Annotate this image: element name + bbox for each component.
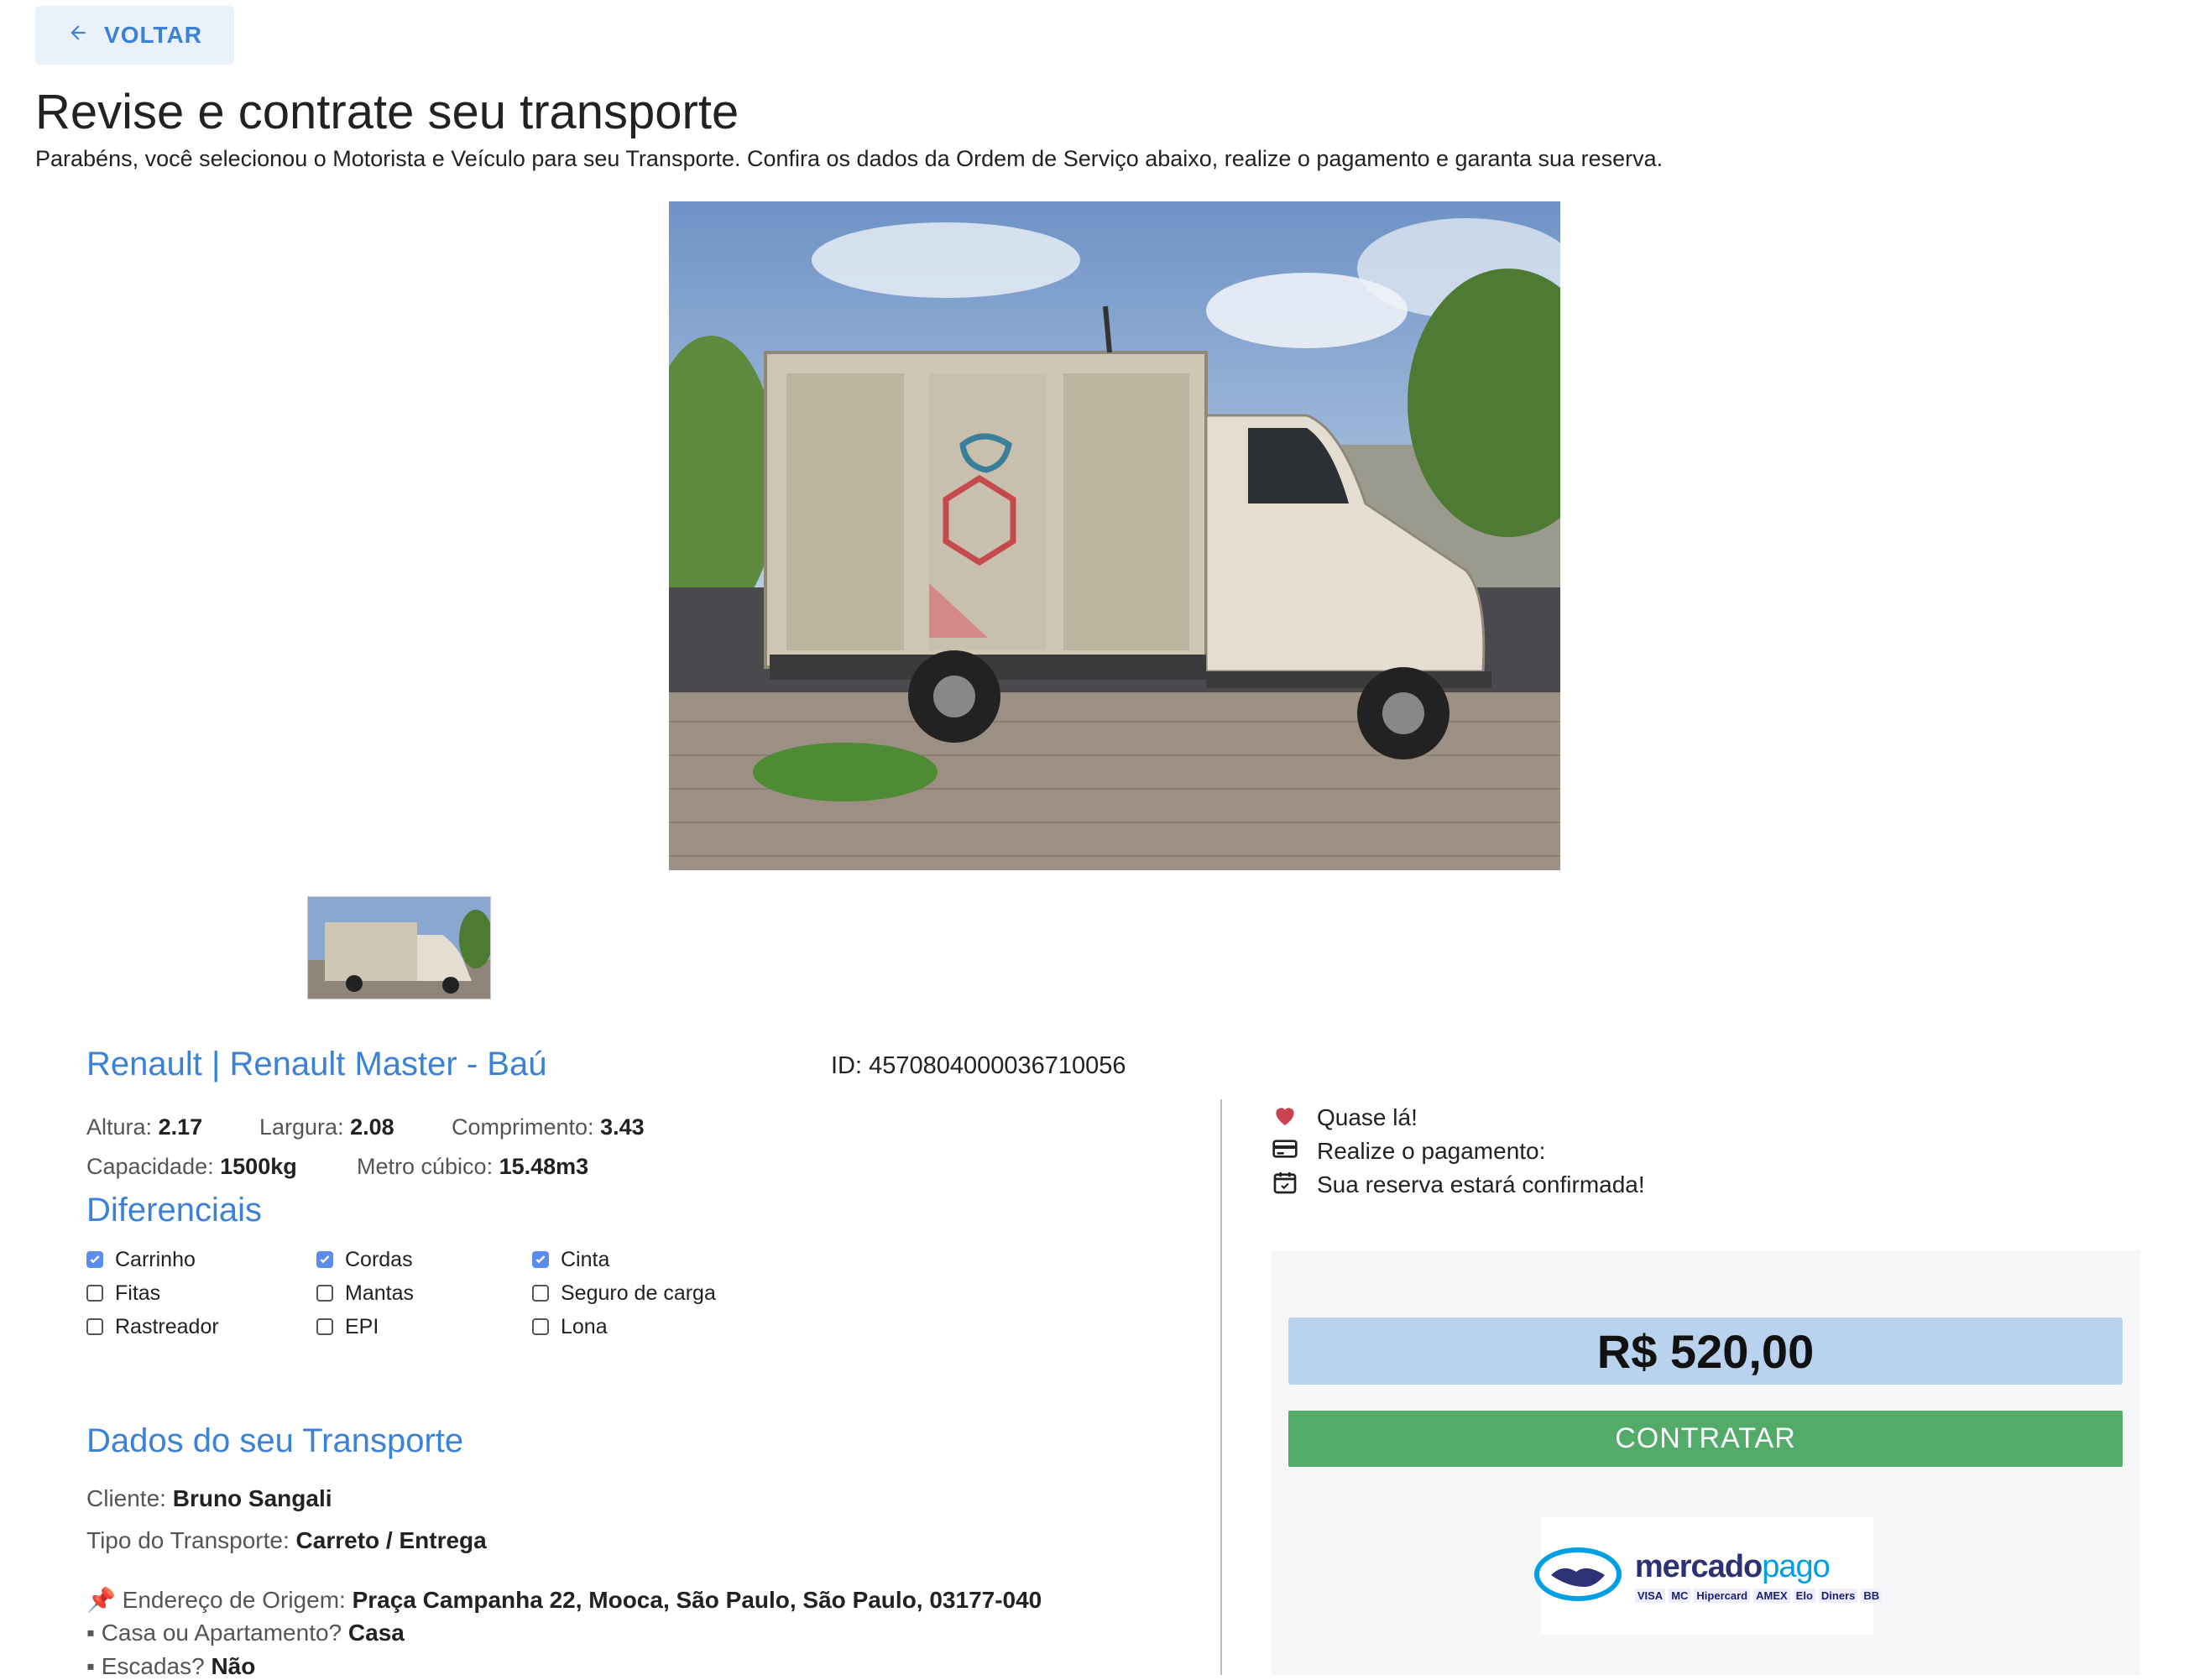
checkbox-checked-icon[interactable]	[532, 1251, 549, 1268]
heart-icon	[1272, 1102, 1298, 1135]
card-brand-badge: BB	[1861, 1589, 1883, 1603]
card-brand-badge: Elo	[1793, 1589, 1815, 1603]
back-label: VOLTAR	[104, 22, 202, 48]
credit-card-icon	[1272, 1135, 1298, 1168]
diferencial-item[interactable]: Mantas	[316, 1281, 532, 1306]
diferencial-item[interactable]: EPI	[316, 1314, 532, 1339]
vehicle-photo	[669, 201, 1560, 870]
diferencial-item[interactable]: Fitas	[86, 1281, 316, 1306]
card-brand-badge: AMEX	[1753, 1589, 1790, 1603]
dados-title: Dados do seu Transporte	[86, 1422, 464, 1459]
checkbox-checked-icon[interactable]	[316, 1251, 333, 1268]
step-quase-la: Quase lá!	[1272, 1101, 1645, 1135]
diferencial-item[interactable]: Lona	[532, 1314, 784, 1339]
step-pagamento: Realize o pagamento:	[1272, 1135, 1645, 1168]
diferencial-item[interactable]: Cinta	[532, 1247, 784, 1272]
diferencial-item[interactable]: Rastreador	[86, 1314, 316, 1339]
page-title: Revise e contrate seu transporte	[35, 85, 739, 139]
spec-altura: Altura: 2.17	[86, 1114, 203, 1140]
vehicle-id: ID: 4570804000036710056	[831, 1052, 1126, 1079]
diferenciais-list: Carrinho Cordas Cinta Fitas Mantas Seguro de …	[86, 1247, 784, 1339]
checkbox-empty-icon[interactable]	[86, 1285, 103, 1302]
diferencial-label: Cordas	[345, 1247, 413, 1271]
mercado-pago-logo: mercadopago VISA MC Hipercard AMEX Elo Diners…	[1533, 1517, 1883, 1635]
casa-row: ▪ Casa ou Apartamento? Casa	[86, 1620, 405, 1646]
diferencial-item[interactable]: Seguro de carga	[532, 1281, 784, 1306]
checkbox-empty-icon[interactable]	[86, 1318, 103, 1335]
price-display: R$ 520,00	[1288, 1317, 2123, 1385]
diferencial-label: Cinta	[561, 1247, 610, 1271]
cliente-row: Cliente: Bruno Sangali	[86, 1485, 332, 1511]
mercado-pago-wordmark: mercadopago	[1634, 1549, 1831, 1584]
diferencial-label: Fitas	[115, 1281, 161, 1305]
escadas-row: ▪ Escadas? Não	[86, 1653, 256, 1679]
diferencial-label: Mantas	[345, 1281, 414, 1305]
spec-metro-cubico: Metro cúbico: 15.48m3	[357, 1154, 589, 1179]
vehicle-thumbnail[interactable]	[307, 896, 491, 999]
diferencial-label: Rastreador	[115, 1314, 219, 1338]
checkbox-empty-icon[interactable]	[316, 1285, 333, 1302]
tipo-row: Tipo do Transporte: Carreto / Entrega	[86, 1527, 487, 1553]
card-brand-badge: VISA	[1634, 1589, 1666, 1603]
pin-icon: 📌	[86, 1587, 116, 1613]
origem-row: 📌 Endereço de Origem: Praça Campanha 22,…	[86, 1587, 1042, 1613]
page-subtitle: Parabéns, você selecionou o Motorista e …	[35, 146, 1664, 171]
checkbox-checked-icon[interactable]	[86, 1251, 103, 1268]
diferencial-label: Seguro de carga	[561, 1281, 716, 1305]
checkbox-empty-icon[interactable]	[316, 1318, 333, 1335]
spec-capacidade: Capacidade: 1500kg	[86, 1154, 297, 1179]
handshake-icon	[1533, 1545, 1623, 1608]
card-brand-badge: Hipercard	[1694, 1589, 1751, 1603]
vehicle-specs: Altura: 2.17 Largura: 2.08 Comprimento: 3.…	[86, 1108, 645, 1187]
steps-list: Quase lá! Realize o pagamento: Sua reser…	[1272, 1101, 1645, 1202]
calendar-check-icon	[1272, 1169, 1298, 1202]
step-confirmada: Sua reserva estará confirmada!	[1272, 1168, 1645, 1202]
arrow-left-icon	[67, 22, 89, 50]
diferencial-item[interactable]: Cordas	[316, 1247, 532, 1272]
contratar-button[interactable]: CONTRATAR	[1288, 1411, 2123, 1467]
card-brand-badge: MC	[1669, 1589, 1691, 1603]
card-brand-badge: Diners	[1818, 1589, 1858, 1603]
diferencial-label: Carrinho	[115, 1247, 196, 1271]
spec-largura: Largura: 2.08	[259, 1114, 394, 1140]
vehicle-name: Renault | Renault Master - Baú	[86, 1046, 547, 1083]
accepted-cards: VISA MC Hipercard AMEX Elo Diners BB	[1634, 1589, 1883, 1603]
diferencial-label: Lona	[561, 1314, 608, 1338]
spec-comprimento: Comprimento: 3.43	[452, 1114, 645, 1140]
diferenciais-title: Diferenciais	[86, 1192, 262, 1229]
diferencial-item[interactable]: Carrinho	[86, 1247, 316, 1272]
checkbox-empty-icon[interactable]	[532, 1285, 549, 1302]
back-button[interactable]: VOLTAR	[35, 6, 234, 65]
column-divider	[1220, 1099, 1222, 1675]
checkbox-empty-icon[interactable]	[532, 1318, 549, 1335]
diferencial-label: EPI	[345, 1314, 379, 1338]
